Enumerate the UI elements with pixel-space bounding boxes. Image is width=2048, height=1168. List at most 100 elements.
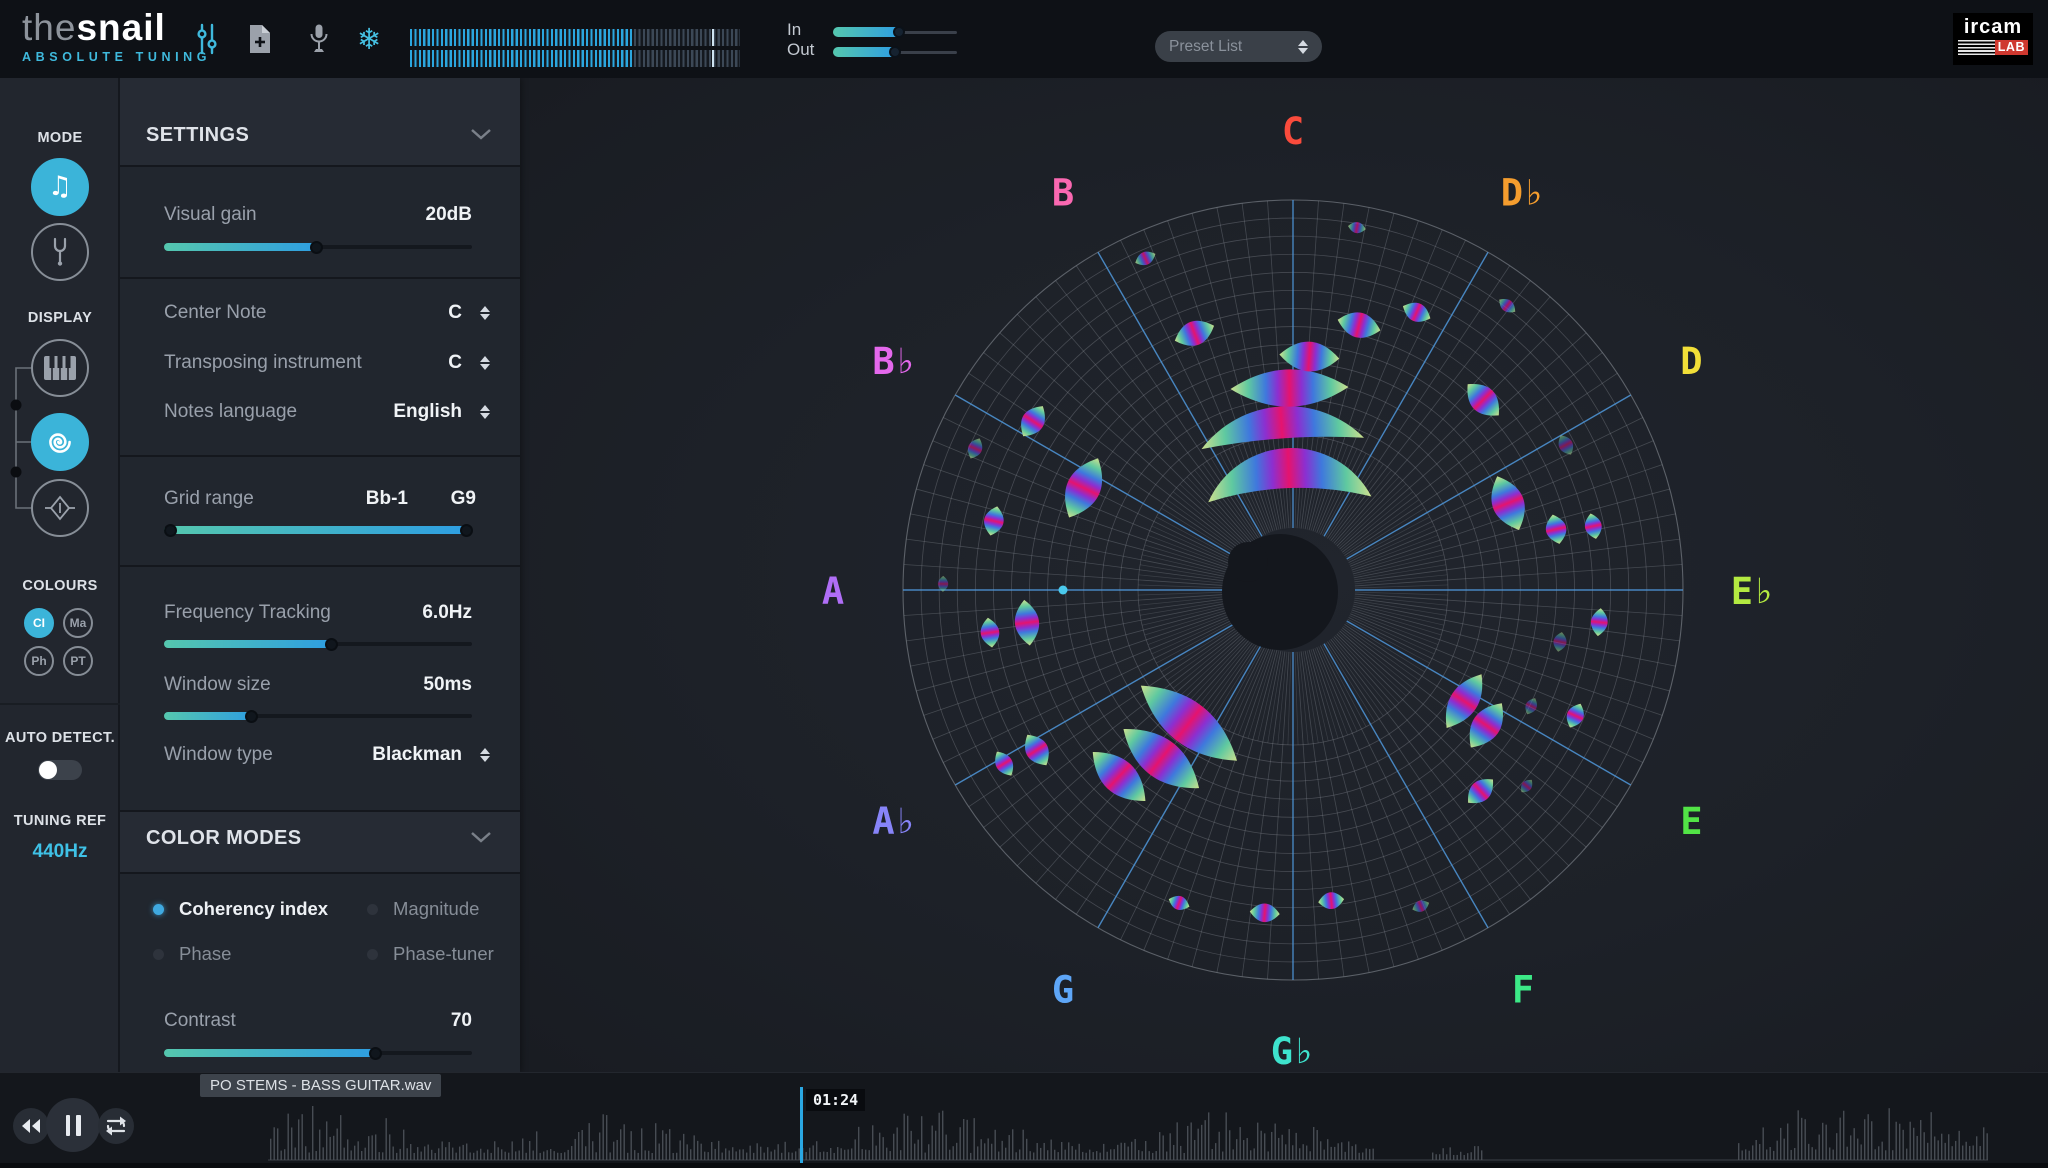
contrast-slider[interactable]	[164, 1046, 472, 1060]
note-energy-blob	[964, 436, 986, 462]
slider-knob[interactable]	[369, 1047, 382, 1060]
note-energy-blob	[1014, 400, 1052, 442]
colour-mode-button-pt[interactable]: PT	[63, 646, 93, 676]
collapse-color-modes-chevron-icon[interactable]	[470, 831, 492, 843]
slider-knob[interactable]	[325, 638, 338, 651]
note-label-c: C	[1282, 110, 1304, 153]
player-bar: PO STEMS - BASS GUITAR.wav 01:24	[0, 1072, 2048, 1168]
playhead-cursor[interactable]	[800, 1087, 803, 1163]
mode-musician-button[interactable]: ♫	[31, 158, 89, 216]
transposing-instrument-label: Transposing instrument	[164, 352, 362, 374]
visual-gain-slider[interactable]	[164, 240, 472, 254]
note-label-a: A	[822, 570, 844, 613]
display-snail-button[interactable]	[31, 413, 89, 471]
transposing-instrument-value: C	[448, 352, 462, 374]
level-meter-row	[410, 29, 740, 46]
preset-list-dropdown[interactable]: Preset List	[1155, 31, 1322, 62]
ircam-stripes	[1958, 40, 1995, 55]
colour-mode-button-ma[interactable]: Ma	[63, 608, 93, 638]
app-logo: thesnail ABSOLUTE TUNING	[22, 8, 211, 64]
collapse-settings-chevron-icon[interactable]	[470, 128, 492, 140]
grid-range-slider[interactable]	[164, 523, 472, 537]
window-type-stepper[interactable]	[480, 748, 490, 762]
app-logo-tagline: ABSOLUTE TUNING	[22, 50, 211, 64]
color-mode-radio-magnitude[interactable]: Magnitude	[367, 898, 479, 920]
note-energy-blob	[1012, 598, 1042, 647]
reference-marker-dot	[1059, 586, 1068, 595]
tuning-ref-value[interactable]: 440Hz	[0, 841, 120, 863]
window-size-value: 50ms	[423, 674, 472, 696]
note-energy-blob	[1518, 777, 1536, 796]
contrast-value: 70	[451, 1010, 472, 1032]
slider-knob[interactable]	[245, 710, 258, 723]
tuning-ref-label: TUNING REF	[0, 813, 120, 829]
display-tuner-button[interactable]	[31, 479, 89, 537]
level-meter-row	[410, 50, 740, 67]
note-energy-blob	[1522, 696, 1540, 717]
toggle-knob	[39, 761, 57, 779]
sidebar: MODE ♫ DISPLAY	[0, 78, 120, 1072]
auto-detect-toggle[interactable]	[38, 760, 82, 780]
display-piano-button[interactable]	[31, 339, 89, 397]
note-energy-blob	[1483, 470, 1534, 536]
center-note-label: Center Note	[164, 302, 266, 324]
slider-knob[interactable]	[310, 241, 323, 254]
center-note-stepper[interactable]	[480, 306, 490, 320]
playhead-timestamp: 01:24	[806, 1089, 865, 1111]
notes-language-label: Notes language	[164, 401, 297, 423]
slider-knob[interactable]	[164, 524, 177, 537]
sliders-icon	[193, 23, 221, 55]
grid-range-low-value: Bb-1	[366, 488, 408, 510]
colours-label: COLOURS	[0, 578, 120, 594]
colour-mode-button-ci[interactable]: CI	[24, 608, 54, 638]
colour-mode-button-ph[interactable]: Ph	[24, 646, 54, 676]
microphone-input-button[interactable]	[297, 18, 341, 60]
topbar: thesnail ABSOLUTE TUNING	[0, 0, 2048, 78]
dropdown-arrows-icon	[1298, 40, 1308, 54]
slider-knob[interactable]	[893, 26, 905, 38]
color-mode-radio-phase-tuner[interactable]: Phase-tuner	[367, 943, 494, 965]
open-file-button[interactable]	[238, 18, 282, 60]
color-mode-radio-coherency-index[interactable]: Coherency index	[153, 898, 328, 920]
color-mode-radio-phase[interactable]: Phase	[153, 943, 231, 965]
output-gain-label: Out	[787, 40, 831, 60]
input-gain-label: In	[787, 20, 831, 40]
loaded-filename-badge: PO STEMS - BASS GUITAR.wav	[200, 1074, 441, 1097]
mixer-settings-button[interactable]	[185, 18, 229, 60]
note-energy-blob	[990, 747, 1019, 780]
app-logo-title: thesnail	[22, 8, 211, 48]
tuner-diamond-icon	[43, 493, 77, 523]
note-energy-blob	[981, 504, 1007, 538]
meter-peak-marker	[712, 50, 715, 67]
input-gain-slider[interactable]	[833, 25, 957, 39]
frequency-tracking-slider[interactable]	[164, 637, 472, 651]
transposing-instrument-stepper[interactable]	[480, 356, 490, 370]
settings-header[interactable]: SETTINGS	[146, 124, 249, 147]
note-label-g: G	[1052, 968, 1074, 1011]
slider-knob[interactable]	[460, 524, 473, 537]
bottom-edge-strip	[0, 1163, 2048, 1168]
color-modes-header[interactable]: COLOR MODES	[146, 827, 302, 850]
notes-language-stepper[interactable]	[480, 405, 490, 419]
slider-knob[interactable]	[889, 46, 901, 58]
note-energy-blob	[1133, 248, 1158, 269]
center-note-value: C	[448, 302, 462, 324]
visual-gain-value: 20dB	[426, 204, 472, 226]
note-label-g: G♭	[1271, 1030, 1316, 1072]
window-size-slider[interactable]	[164, 709, 472, 723]
visual-gain-label: Visual gain	[164, 204, 257, 226]
music-note-icon: ♫	[48, 173, 72, 201]
microphone-icon	[308, 23, 330, 55]
freeze-button[interactable]: ❄	[347, 18, 391, 60]
piano-keys-icon	[43, 355, 77, 381]
output-gain-slider[interactable]	[833, 45, 957, 59]
sidebar-divider	[0, 703, 120, 705]
frequency-tracking-label: Frequency Tracking	[164, 602, 331, 624]
ircam-lab-logo: ircam LAB	[1953, 13, 2033, 65]
section-grid-range	[120, 457, 520, 565]
waveform-timeline[interactable]	[0, 1099, 2048, 1163]
note-label-d: D	[1680, 340, 1702, 383]
mode-tuner-button[interactable]	[31, 223, 89, 281]
frequency-tracking-value: 6.0Hz	[422, 602, 472, 624]
note-energy-blob	[1590, 607, 1610, 637]
